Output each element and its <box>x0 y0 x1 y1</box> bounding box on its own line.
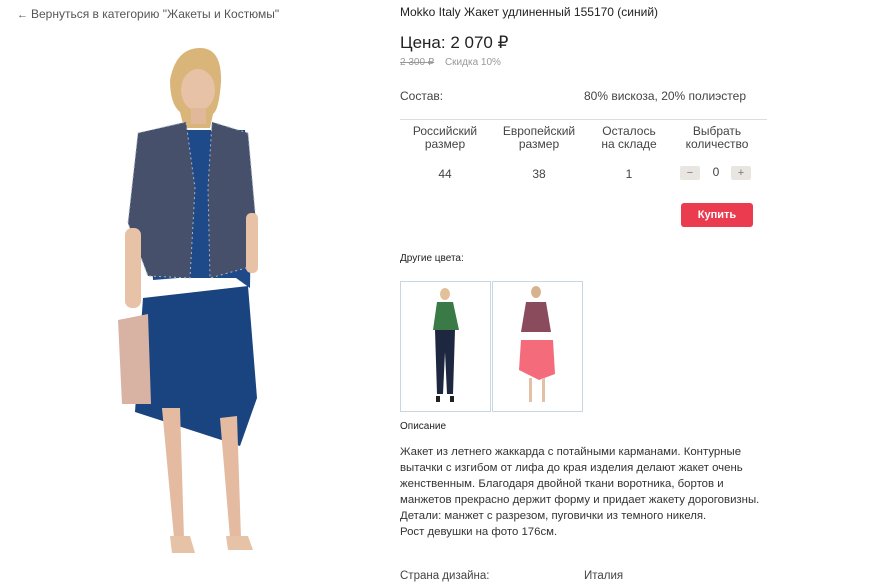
cell-eu-size: 38 <box>532 167 546 181</box>
composition-label: Состав: <box>400 89 444 103</box>
thumbnail-pink-skirt-icon <box>519 286 555 402</box>
description-body: Жакет из летнего жаккарда с потайными ка… <box>400 446 760 522</box>
description-text: Жакет из летнего жаккарда с потайными ка… <box>400 444 768 540</box>
description-title: Описание <box>400 421 447 432</box>
header-ru-size: Российский размер <box>400 125 490 151</box>
qty-minus-button[interactable]: − <box>680 166 700 180</box>
header-stock: Осталось на складе <box>584 125 674 151</box>
thumbnail-green-jacket-icon <box>433 288 459 402</box>
header-eu-size-line2: размер <box>518 137 560 151</box>
country-label: Страна дизайна: <box>400 570 490 582</box>
header-eu-size: Европейский размер <box>494 125 584 151</box>
back-link-label: Вернуться в категорию "Жакеты и Костюмы" <box>31 7 280 21</box>
header-qty-line2: количество <box>685 137 749 151</box>
composition-row: Состав: 80% вискоза, 20% полиэстер <box>400 89 767 103</box>
thumbnail-green-jacket[interactable] <box>400 281 491 412</box>
model-height: Рост девушки на фото 176см. <box>400 526 558 538</box>
old-price-row: 2 300 ₽ Скидка 10% <box>400 57 501 68</box>
divider <box>400 119 767 120</box>
old-price: 2 300 ₽ <box>400 57 435 68</box>
discount-label: Скидка 10% <box>444 57 501 68</box>
header-qty: Выбрать количество <box>672 125 762 151</box>
header-ru-size-line2: размер <box>424 137 466 151</box>
back-to-category-link[interactable]: ← Вернуться в категорию "Жакеты и Костюмы… <box>17 7 279 21</box>
cell-stock: 1 <box>625 167 633 181</box>
quantity-stepper: − 0 + <box>680 165 755 183</box>
composition-value: 80% вискоза, 20% полиэстер <box>584 89 746 103</box>
qty-plus-button[interactable]: + <box>731 166 751 180</box>
thumbnail-pink-skirt[interactable] <box>492 281 583 412</box>
cell-ru-size: 44 <box>438 167 452 181</box>
main-product-photo[interactable] <box>100 38 290 563</box>
buy-button[interactable]: Купить <box>681 203 753 227</box>
product-price: Цена: 2 070 ₽ <box>400 33 509 52</box>
product-title: Mokko Italy Жакет удлиненный 155170 (син… <box>400 5 659 19</box>
header-stock-line2: на складе <box>601 137 657 151</box>
country-value: Италия <box>584 570 624 582</box>
qty-value[interactable]: 0 <box>706 165 726 179</box>
back-arrow-icon: ← <box>17 9 28 21</box>
other-colors-label: Другие цвета: <box>400 253 464 264</box>
